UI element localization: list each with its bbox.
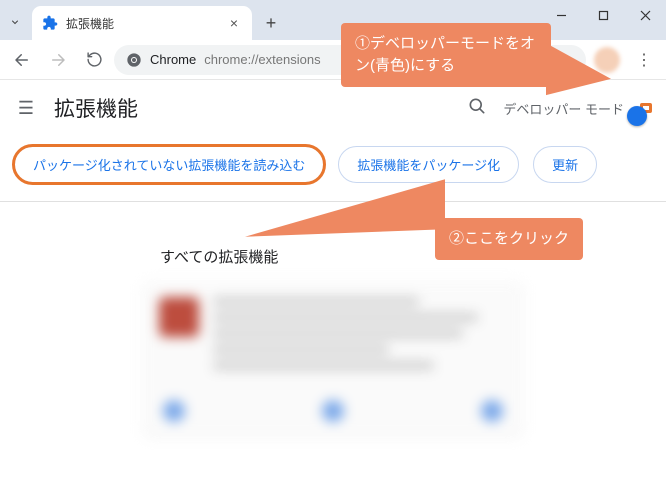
update-button[interactable]: 更新 — [533, 146, 597, 183]
close-tab-icon[interactable]: × — [226, 15, 242, 31]
load-unpacked-button[interactable]: パッケージ化されていない拡張機能を読み込む — [14, 146, 324, 183]
maximize-button[interactable] — [582, 0, 624, 30]
reload-icon — [86, 51, 103, 68]
annotation-callout-2: ②ここをクリック — [435, 218, 583, 260]
extension-card-blurred — [143, 281, 523, 436]
search-button[interactable] — [467, 96, 487, 121]
search-icon — [467, 96, 487, 116]
browser-titlebar: 拡張機能 × + — [0, 0, 666, 40]
tab-search-chevron[interactable] — [0, 4, 30, 40]
omnibox-path: chrome://extensions — [204, 52, 320, 67]
main-menu-icon[interactable]: ☰ — [14, 98, 38, 119]
arrow-left-icon — [13, 51, 31, 69]
close-window-button[interactable] — [624, 0, 666, 30]
annotation-highlight-toggle — [640, 103, 652, 113]
omnibox-host: Chrome — [150, 52, 196, 67]
chevron-down-icon — [9, 16, 21, 28]
window-controls — [540, 0, 666, 30]
arrow-right-icon — [49, 51, 67, 69]
section-all-extensions: すべての拡張機能 — [160, 246, 666, 267]
extension-puzzle-icon — [42, 15, 58, 31]
browser-menu-button[interactable]: ⋮ — [628, 44, 660, 76]
forward-button[interactable] — [42, 44, 74, 76]
pack-extension-button[interactable]: 拡張機能をパッケージ化 — [338, 146, 519, 183]
chrome-product-icon — [126, 52, 142, 68]
annotation-callout-1: ①デベロッパーモードをオン(青色)にする — [341, 23, 551, 87]
browser-tab[interactable]: 拡張機能 × — [32, 6, 252, 40]
page-title: 拡張機能 — [54, 93, 451, 123]
new-tab-button[interactable]: + — [256, 8, 286, 38]
tab-title: 拡張機能 — [66, 15, 218, 32]
reload-button[interactable] — [78, 44, 110, 76]
back-button[interactable] — [6, 44, 38, 76]
